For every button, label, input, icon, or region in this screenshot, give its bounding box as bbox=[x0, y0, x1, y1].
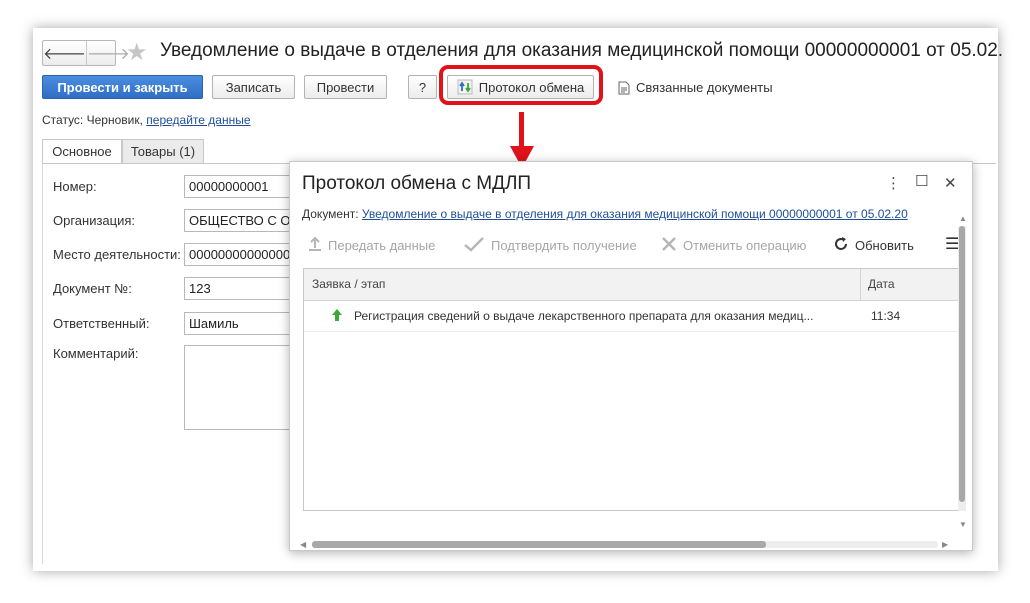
confirm-receipt-button[interactable]: Подтвердить получение bbox=[463, 236, 637, 255]
scroll-down-arrow-icon[interactable]: ▼ bbox=[959, 520, 967, 529]
favorite-star-icon[interactable]: ★ bbox=[126, 38, 148, 67]
scroll-left-arrow-icon[interactable]: ◀ bbox=[300, 540, 306, 549]
window-title: Уведомление о выдаче в отделения для ока… bbox=[160, 40, 1004, 61]
exchange-log-dialog: Протокол обмена с МДЛП ⋮ ☐ ✕ Документ: У… bbox=[289, 161, 973, 551]
place-label: Место деятельности: bbox=[53, 247, 181, 262]
tab-main[interactable]: Основное bbox=[42, 139, 122, 164]
grid-header: Заявка / этап Дата bbox=[304, 269, 958, 301]
dialog-doc-label: Документ: bbox=[302, 207, 359, 221]
scroll-up-arrow-icon[interactable]: ▲ bbox=[959, 214, 967, 223]
row-stage: Регистрация сведений о выдаче лекарствен… bbox=[354, 309, 814, 323]
refresh-icon bbox=[833, 236, 849, 255]
forward-button[interactable]: 🡒 bbox=[85, 41, 130, 65]
responsible-label: Ответственный: bbox=[53, 316, 150, 331]
status-label: Статус: bbox=[42, 113, 84, 127]
column-header-date[interactable]: Дата bbox=[868, 277, 895, 291]
horizontal-scrollbar-thumb[interactable] bbox=[312, 541, 766, 548]
nav-buttons: 🡐 🡒 bbox=[42, 40, 130, 66]
arrow-up-green-icon bbox=[331, 308, 343, 325]
dialog-title: Протокол обмена с МДЛП bbox=[302, 173, 532, 194]
column-separator bbox=[860, 269, 861, 300]
refresh-button[interactable]: Обновить bbox=[833, 236, 914, 255]
dialog-doc-link[interactable]: Уведомление о выдаче в отделения для ока… bbox=[362, 207, 908, 221]
doc-number-label: Документ №: bbox=[53, 281, 132, 296]
scroll-right-arrow-icon[interactable]: ▶ bbox=[942, 540, 948, 549]
panel-border bbox=[42, 164, 43, 564]
close-icon[interactable]: ✕ bbox=[944, 174, 957, 192]
confirm-receipt-label: Подтвердить получение bbox=[491, 238, 637, 253]
upload-icon bbox=[308, 236, 322, 255]
document-icon bbox=[618, 81, 630, 95]
cancel-operation-label: Отменить операцию bbox=[683, 238, 807, 253]
row-date: 11:34 bbox=[871, 309, 901, 323]
post-button[interactable]: Провести bbox=[304, 75, 387, 99]
send-data-label: Передать данные bbox=[328, 238, 436, 253]
status-value: Черновик, bbox=[86, 113, 143, 127]
save-button[interactable]: Записать bbox=[212, 75, 295, 99]
more-options-icon[interactable]: ⋮ bbox=[886, 174, 901, 192]
organization-label: Организация: bbox=[53, 213, 136, 228]
comment-label: Комментарий: bbox=[53, 346, 139, 361]
status-line: Статус: Черновик, передайте данные bbox=[42, 113, 251, 127]
post-and-close-button[interactable]: Провести и закрыть bbox=[42, 75, 203, 99]
back-button[interactable]: 🡐 bbox=[43, 41, 86, 65]
exchange-grid: Заявка / этап Дата Регистрация сведений … bbox=[303, 268, 959, 511]
dialog-document-line: Документ: Уведомление о выдаче в отделен… bbox=[302, 207, 908, 221]
help-button[interactable]: ? bbox=[408, 75, 437, 99]
cancel-x-icon bbox=[661, 236, 677, 255]
refresh-label: Обновить bbox=[855, 238, 914, 253]
highlight-frame bbox=[439, 65, 603, 105]
vertical-scrollbar-thumb[interactable] bbox=[959, 226, 965, 502]
send-data-button[interactable]: Передать данные bbox=[308, 236, 435, 255]
checkmark-icon bbox=[463, 236, 485, 255]
tab-goods[interactable]: Товары (1) bbox=[122, 139, 204, 164]
related-docs-link[interactable]: Связанные документы bbox=[618, 80, 773, 95]
column-header-stage[interactable]: Заявка / этап bbox=[312, 277, 385, 291]
send-data-link[interactable]: передайте данные bbox=[146, 113, 250, 127]
table-row[interactable]: Регистрация сведений о выдаче лекарствен… bbox=[304, 301, 958, 332]
maximize-icon[interactable]: ☐ bbox=[915, 172, 928, 190]
related-docs-label: Связанные документы bbox=[636, 80, 773, 95]
cancel-operation-button[interactable]: Отменить операцию bbox=[661, 236, 806, 255]
number-label: Номер: bbox=[53, 179, 97, 194]
